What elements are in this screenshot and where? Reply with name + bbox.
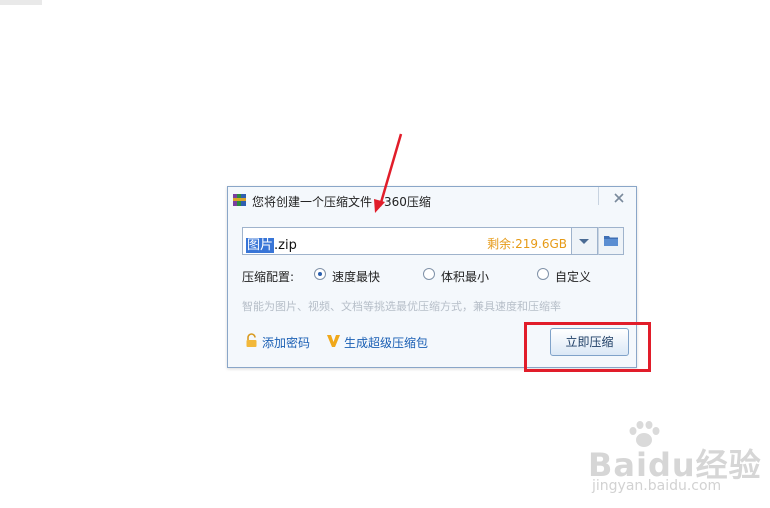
baidu-watermark: Baidu经验 jingyan.baidu.com	[588, 421, 761, 494]
watermark-url: jingyan.baidu.com	[592, 478, 722, 494]
